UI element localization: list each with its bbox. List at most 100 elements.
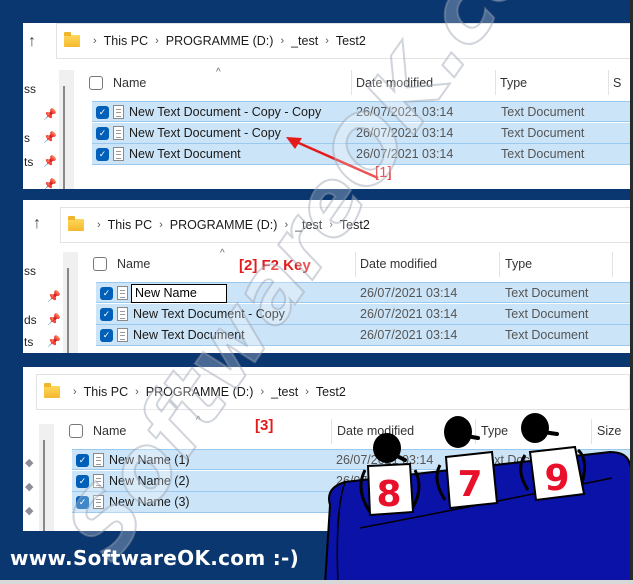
folder-icon <box>68 216 84 231</box>
scrollbar-thumb[interactable] <box>67 268 69 353</box>
pin-icon: 📌 <box>43 156 57 168</box>
site-footer[interactable]: www.SoftwareOK.com :-) <box>10 546 299 570</box>
nav-item-fragment[interactable]: ss <box>24 264 36 278</box>
nav-scrollbar[interactable] <box>63 252 78 353</box>
sort-ascending-icon: ^ <box>220 248 225 259</box>
nav-item-fragment[interactable]: s <box>24 131 30 145</box>
breadcrumb-test[interactable]: _test <box>295 218 322 232</box>
column-header-size[interactable]: S <box>613 76 621 90</box>
row-checkbox[interactable]: ✓ <box>96 127 109 140</box>
address-bar[interactable]: › This PC › PROGRAMME (D:) › _test › Tes… <box>56 23 630 59</box>
nav-item-fragment[interactable]: ds <box>24 313 37 327</box>
column-header-type[interactable]: Type <box>500 76 527 90</box>
scrollbar-thumb[interactable] <box>43 440 45 531</box>
column-divider[interactable] <box>351 70 352 95</box>
file-type: Text Document <box>501 126 585 140</box>
file-name: New Text Document <box>133 328 245 342</box>
file-row-editing[interactable]: ✓ New Name 26/07/2021 03:14 Text Documen… <box>96 282 630 303</box>
breadcrumb-this-pc[interactable]: This PC <box>104 34 148 48</box>
breadcrumb-test2[interactable]: Test2 <box>336 34 366 48</box>
row-checkbox[interactable]: ✓ <box>100 308 113 321</box>
column-divider[interactable] <box>475 419 476 444</box>
row-checkbox[interactable]: ✓ <box>100 329 113 342</box>
column-header-name[interactable]: Name <box>113 76 146 90</box>
column-divider[interactable] <box>612 252 613 277</box>
nav-item-fragment[interactable]: ts <box>24 155 33 169</box>
file-row[interactable]: ✓ New Text Document 26/07/2021 03:14 Tex… <box>96 325 630 346</box>
row-checkbox[interactable]: ✓ <box>76 496 89 509</box>
text-document-icon <box>117 328 128 342</box>
row-checkbox[interactable]: ✓ <box>96 106 109 119</box>
row-checkbox[interactable]: ✓ <box>76 475 89 488</box>
column-header-name[interactable]: Name <box>93 424 126 438</box>
nav-item-fragment[interactable]: ts <box>24 335 33 349</box>
file-date: 26/07/2021 03:14 <box>336 474 434 488</box>
row-checkbox[interactable]: ✓ <box>100 287 113 300</box>
nav-scrollbar[interactable] <box>59 70 74 189</box>
column-divider[interactable] <box>331 419 332 444</box>
column-divider[interactable] <box>495 70 496 95</box>
breadcrumb-this-pc[interactable]: This PC <box>108 218 152 232</box>
pin-icon: ◆ <box>25 481 34 493</box>
pin-icon: 📌 <box>43 179 57 189</box>
column-header-date-modified[interactable]: Date modified <box>337 424 414 438</box>
file-date: 26/07/2021 03:14 <box>360 307 458 321</box>
frame-edge <box>0 580 633 584</box>
breadcrumb-test2[interactable]: Test2 <box>316 385 346 399</box>
file-row[interactable]: ✓ New Text Document - Copy 26/07/2021 03… <box>96 304 630 325</box>
column-divider[interactable] <box>499 252 500 277</box>
file-type: Text Document <box>505 328 589 342</box>
file-row[interactable]: ✓ New Text Document - Copy - Copy 26/07/… <box>92 101 630 122</box>
address-bar[interactable]: › This PC › PROGRAMME (D:) › _test › Tes… <box>60 207 630 243</box>
breadcrumb-drive[interactable]: PROGRAMME (D:) <box>170 218 278 232</box>
text-document-icon <box>93 474 104 488</box>
file-type: Text Document <box>481 453 565 467</box>
scrollbar-thumb[interactable] <box>63 86 65 189</box>
breadcrumb-this-pc[interactable]: This PC <box>84 385 128 399</box>
text-document-icon <box>117 307 128 321</box>
breadcrumb-separator-icon: › <box>93 35 97 47</box>
sort-ascending-icon: ^ <box>216 67 221 78</box>
explorer-step-1: ↑ › This PC › PROGRAMME (D:) › _test › T… <box>23 23 630 189</box>
breadcrumb-separator-icon: › <box>155 35 159 47</box>
breadcrumb-drive[interactable]: PROGRAMME (D:) <box>146 385 254 399</box>
up-arrow-icon[interactable]: ↑ <box>28 33 36 51</box>
column-divider[interactable] <box>608 70 609 95</box>
rename-input[interactable]: New Name <box>131 284 227 303</box>
file-type: Text Document <box>481 474 565 488</box>
file-row[interactable]: ✓ New Name (1) 26/07/2021 03:14 Text Doc… <box>72 449 630 470</box>
breadcrumb-separator-icon: › <box>284 219 289 231</box>
select-all-checkbox[interactable] <box>93 257 107 271</box>
select-all-checkbox[interactable] <box>69 424 83 438</box>
file-date: 26/07/2021 03:14 <box>336 453 434 467</box>
file-row[interactable]: ✓ New Name (2) 26/07/2021 03:14 Text Doc… <box>72 471 630 492</box>
breadcrumb-test[interactable]: _test <box>271 385 298 399</box>
column-header-date-modified[interactable]: Date modified <box>360 257 437 271</box>
row-checkbox[interactable]: ✓ <box>96 148 109 161</box>
address-bar[interactable]: › This PC › PROGRAMME (D:) › _test › Tes… <box>36 374 630 410</box>
column-header-name[interactable]: Name <box>117 257 150 271</box>
breadcrumb-test[interactable]: _test <box>291 34 318 48</box>
column-header-type[interactable]: Type <box>505 257 532 271</box>
breadcrumb-drive[interactable]: PROGRAMME (D:) <box>166 34 274 48</box>
nav-scrollbar[interactable] <box>39 424 54 531</box>
text-document-icon <box>117 286 128 300</box>
column-divider[interactable] <box>591 419 592 444</box>
breadcrumb-separator-icon: › <box>73 386 77 398</box>
column-header-size[interactable]: Size <box>597 424 621 438</box>
nav-item-fragment[interactable]: ss <box>24 82 36 96</box>
breadcrumb-test2[interactable]: Test2 <box>340 218 370 232</box>
up-arrow-icon[interactable]: ↑ <box>33 215 41 233</box>
column-divider[interactable] <box>355 252 356 277</box>
text-document-icon <box>93 453 104 467</box>
file-row[interactable]: ✓ New Name (3) 26/07/2021 03:14 Text Doc… <box>72 492 630 513</box>
pin-icon: ◆ <box>25 457 34 469</box>
select-all-checkbox[interactable] <box>89 76 103 90</box>
breadcrumb-separator-icon: › <box>260 386 265 398</box>
column-header-type[interactable]: Type <box>481 424 508 438</box>
breadcrumb-separator-icon: › <box>329 219 333 231</box>
row-checkbox[interactable]: ✓ <box>76 454 89 467</box>
explorer-step-3: › This PC › PROGRAMME (D:) › _test › Tes… <box>23 367 630 531</box>
column-header-date-modified[interactable]: Date modified <box>356 76 433 90</box>
folder-icon <box>44 383 60 398</box>
